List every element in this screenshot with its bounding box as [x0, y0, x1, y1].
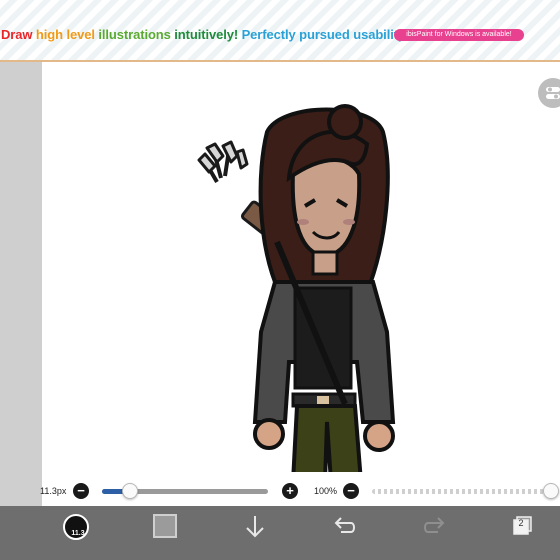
color-swatch[interactable]	[153, 514, 177, 538]
brush-size-minus-button[interactable]: −	[73, 483, 89, 499]
download-arrow-icon[interactable]	[244, 514, 266, 540]
opacity-label: 100%	[314, 486, 338, 496]
brush-size-knob[interactable]	[122, 483, 139, 499]
opacity-knob[interactable]	[543, 483, 559, 499]
banner-seg-1: Draw	[1, 27, 36, 42]
banner-seg-5: Perfectly pursued usability!	[241, 27, 410, 42]
toggle-icon	[546, 87, 560, 99]
redo-icon[interactable]	[422, 514, 446, 538]
opacity-track[interactable]	[372, 489, 552, 494]
drawing-canvas[interactable]	[42, 62, 560, 506]
banner-headline: Draw high level illustrations intuitivel…	[1, 27, 409, 42]
right-hand	[363, 420, 395, 452]
banner-seg-4: intuitively!	[174, 27, 242, 42]
ad-banner[interactable]: Draw high level illustrations intuitivel…	[0, 0, 560, 62]
layer-count: 2	[518, 518, 524, 528]
brush-icon[interactable]: 11.3	[63, 514, 89, 540]
left-hand	[253, 418, 285, 450]
windows-available-pill[interactable]: ibisPaint for Windows is available!	[394, 29, 524, 41]
layers-button[interactable]: 2	[512, 516, 532, 535]
brush-size-label: 11.3px	[40, 486, 67, 496]
toggle-view-button[interactable]	[538, 78, 560, 108]
bottom-toolbar: 11.3 2	[0, 506, 560, 560]
brush-size-plus-button[interactable]: +	[282, 483, 298, 499]
pants	[291, 404, 363, 472]
character-drawing	[197, 104, 396, 472]
banner-seg-2: high level	[35, 27, 99, 42]
undo-icon[interactable]	[333, 514, 357, 538]
work-area	[0, 62, 560, 506]
opacity-minus-button[interactable]: −	[343, 483, 359, 499]
left-gutter	[0, 62, 42, 506]
ibispaint-screen: Draw high level illustrations intuitivel…	[0, 0, 560, 560]
banner-seg-3: illustrations	[98, 27, 175, 42]
brush-size-value: 11.3	[71, 530, 85, 537]
face	[290, 155, 362, 259]
